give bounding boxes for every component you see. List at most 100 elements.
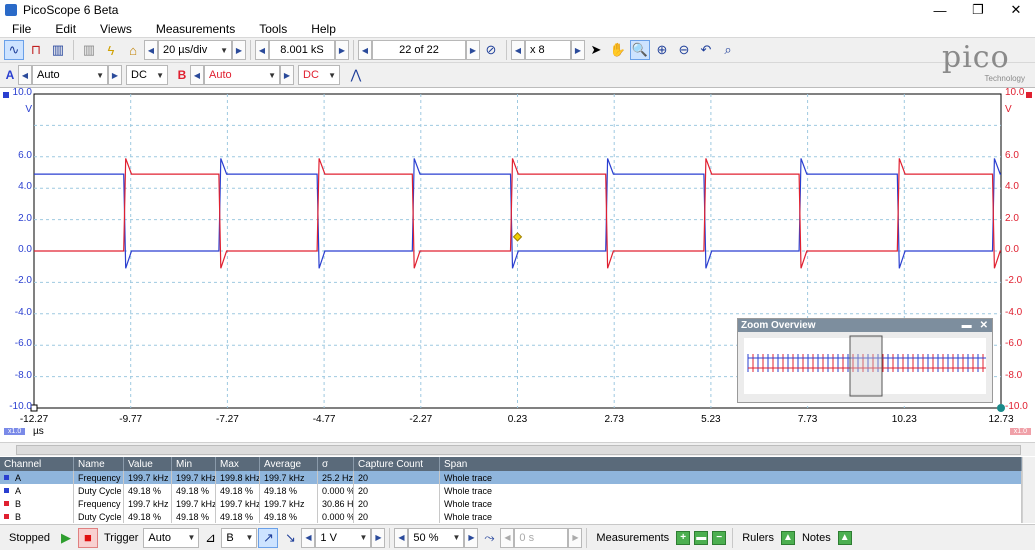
menu-help[interactable]: Help — [299, 22, 348, 36]
trigger-type-icon[interactable]: ⊿ — [200, 528, 220, 548]
channel-a-range-select[interactable]: Auto ▼ — [32, 65, 108, 85]
column-header[interactable]: Max — [216, 457, 260, 471]
channel-a-range-increase-button[interactable]: ▶ — [108, 65, 122, 85]
rising-edge-icon[interactable]: ↗ — [258, 527, 279, 548]
delay-icon[interactable]: ⤳ — [479, 528, 499, 548]
menu-views[interactable]: Views — [88, 22, 144, 36]
timebase-select[interactable]: 20 µs/div ▼ — [158, 40, 232, 60]
channel-b-coupling-select[interactable]: DC ▼ — [298, 65, 340, 85]
close-icon[interactable]: ✕ — [976, 320, 992, 331]
delay-increase-button[interactable]: ▶ — [568, 527, 583, 548]
channel-options-icon[interactable]: ⋀ — [346, 65, 366, 85]
channel-b-label[interactable]: B — [174, 65, 190, 85]
zoom-overview-panel[interactable]: Zoom Overview ▬ ✕ — [737, 318, 993, 403]
y-tick-label: 2.0 — [18, 212, 32, 224]
column-header[interactable]: Value — [124, 457, 172, 471]
zoom-out-icon[interactable]: ⊖ — [674, 40, 694, 60]
samples-decrease-button[interactable]: ◀ — [255, 40, 269, 60]
channel-b-scale-badge[interactable]: x1.0 — [1009, 428, 1031, 435]
channel-a-range-decrease-button[interactable]: ◀ — [18, 65, 32, 85]
threshold-decrease-button[interactable]: ◀ — [301, 527, 316, 548]
x-tick-label: 12.73 — [988, 414, 1014, 425]
threshold-increase-button[interactable]: ▶ — [371, 527, 386, 548]
scope-mode-icon[interactable]: ∿ — [4, 40, 24, 60]
channel-b-range-increase-button[interactable]: ▶ — [280, 65, 294, 85]
y-tick-label: -6.0 — [1005, 338, 1023, 350]
channel-a-label[interactable]: A — [2, 65, 18, 85]
column-header[interactable]: Channel — [0, 457, 74, 471]
column-header[interactable]: Average — [260, 457, 318, 471]
signal-generator-icon[interactable]: ϟ — [101, 40, 121, 60]
zoom-decrease-button[interactable]: ◀ — [511, 40, 525, 60]
scrollbar-thumb[interactable] — [16, 445, 1021, 455]
samples-increase-button[interactable]: ▶ — [335, 40, 349, 60]
buffer-next-button[interactable]: ▶ — [466, 40, 480, 60]
channel-b-range-decrease-button[interactable]: ◀ — [190, 65, 204, 85]
channel-name: A — [15, 485, 22, 496]
pretrigger-decrease-button[interactable]: ◀ — [394, 527, 409, 548]
column-header[interactable]: Min — [172, 457, 216, 471]
falling-edge-icon[interactable]: ↘ — [280, 528, 300, 548]
vertical-scrollbar[interactable] — [1022, 457, 1035, 523]
minimize-button[interactable]: — — [921, 0, 959, 20]
menu-file[interactable]: File — [0, 22, 43, 36]
delay-field[interactable]: 0 s — [514, 527, 569, 548]
buffer-navigator[interactable]: 22 of 22 — [372, 40, 466, 60]
zoom-area-icon[interactable]: 🔍 — [630, 40, 650, 60]
undo-zoom-icon[interactable]: ↶ — [696, 40, 716, 60]
zoom-field[interactable]: x 8 — [525, 40, 571, 60]
column-header[interactable]: Span — [440, 457, 1022, 471]
home-icon[interactable]: ⌂ — [123, 40, 143, 60]
table-row[interactable]: B Frequency 199.7 kHz 199.7 kHz 199.7 kHz 199… — [0, 497, 1022, 510]
zoom-overview-plot[interactable] — [738, 332, 992, 402]
stop-icon[interactable]: ■ — [77, 527, 98, 548]
pico-logo: pico Technology — [934, 40, 1029, 85]
timebase-decrease-button[interactable]: ◀ — [144, 40, 158, 60]
pretrigger-select[interactable]: 50 % ▼ — [408, 527, 465, 548]
table-row[interactable]: B Duty Cycle 49.18 % 49.18 % 49.18 % 49.18 % 0… — [0, 510, 1022, 523]
buffer-prev-button[interactable]: ◀ — [358, 40, 372, 60]
delete-measurement-icon[interactable]: − — [712, 530, 727, 545]
table-row[interactable]: A Duty Cycle 49.18 % 49.18 % 49.18 % 49.18 % 0… — [0, 484, 1022, 497]
column-header[interactable]: Name — [74, 457, 124, 471]
samples-field[interactable]: 8.001 kS — [269, 40, 335, 60]
channel-b-range-select[interactable]: Auto ▼ — [204, 65, 280, 85]
column-header[interactable]: σ — [318, 457, 354, 471]
table-cell: 30.86 Hz — [318, 497, 354, 510]
trigger-mode-select[interactable]: Auto ▼ — [143, 527, 200, 548]
table-row[interactable]: A Frequency 199.7 kHz 199.7 kHz 199.8 kHz 199… — [0, 471, 1022, 484]
horizontal-scrollbar[interactable] — [0, 442, 1035, 456]
minimize-icon[interactable]: ▬ — [958, 320, 976, 331]
spectrum-view-icon[interactable]: ▥ — [79, 40, 99, 60]
close-button[interactable]: ✕ — [997, 0, 1035, 20]
trigger-source-select[interactable]: B ▼ — [221, 527, 258, 548]
pretrigger-increase-button[interactable]: ▶ — [464, 527, 479, 548]
delay-decrease-button[interactable]: ◀ — [500, 527, 515, 548]
zoom-in-icon[interactable]: ⊕ — [652, 40, 672, 60]
rulers-icon[interactable]: ▲ — [780, 530, 795, 545]
channel-a-coupling-select[interactable]: DC ▼ — [126, 65, 168, 85]
notes-icon[interactable]: ▲ — [837, 530, 852, 545]
zoom-fit-icon[interactable]: ⌕ — [718, 40, 738, 60]
start-icon[interactable]: ▶ — [56, 528, 76, 548]
threshold-select[interactable]: 1 V ▼ — [315, 527, 372, 548]
persistence-mode-icon[interactable]: ⊓ — [26, 40, 46, 60]
add-measurement-icon[interactable]: + — [676, 530, 691, 545]
restore-button[interactable]: ❐ — [959, 0, 997, 20]
y-tick-label: 6.0 — [1005, 149, 1019, 161]
hand-icon[interactable]: ✋ — [608, 40, 628, 60]
zoom-increase-button[interactable]: ▶ — [571, 40, 585, 60]
timebase-increase-button[interactable]: ▶ — [232, 40, 246, 60]
menu-measurements[interactable]: Measurements — [144, 22, 247, 36]
edit-measurement-icon[interactable]: ▬ — [694, 530, 709, 545]
pointer-icon[interactable]: ➤ — [586, 40, 606, 60]
channel-a-scale-badge[interactable]: x1.0 — [4, 428, 26, 435]
spectrum-mode-icon[interactable]: ▥ — [48, 40, 68, 60]
menu-tools[interactable]: Tools — [247, 22, 299, 36]
menu-edit[interactable]: Edit — [43, 22, 88, 36]
x-tick-label: -4.77 — [312, 414, 336, 425]
column-header[interactable]: Capture Count — [354, 457, 440, 471]
table-cell: Frequency — [74, 471, 124, 484]
buffer-overview-icon[interactable]: ⊘ — [481, 40, 501, 60]
table-cell: 25.2 Hz — [318, 471, 354, 484]
